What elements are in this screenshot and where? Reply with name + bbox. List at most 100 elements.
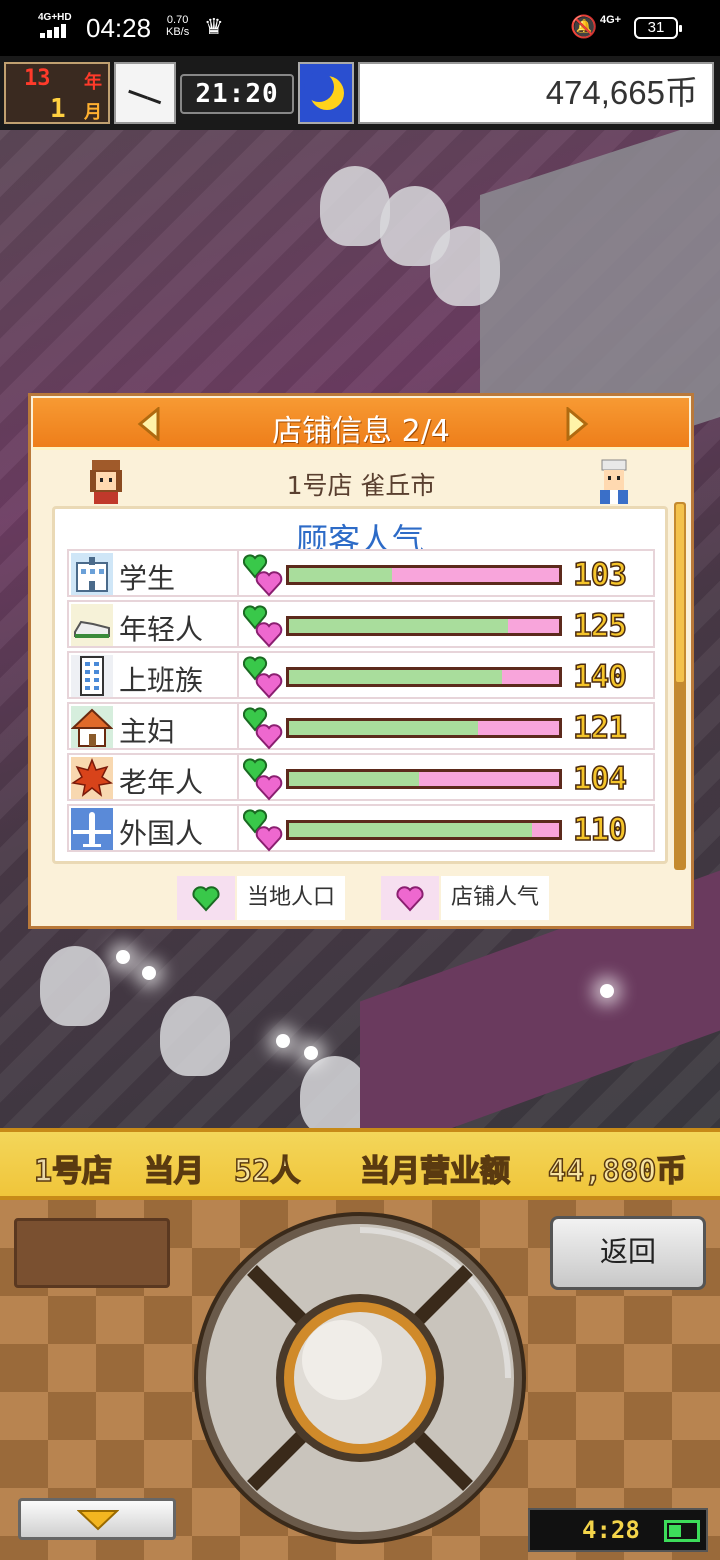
popularity-row: 上班族 140 xyxy=(67,651,655,699)
game-time: 21:20 xyxy=(180,74,294,114)
pink-heart-icon xyxy=(381,876,439,920)
local-population-fill xyxy=(289,823,532,837)
airplane-icon xyxy=(71,808,113,850)
store-row: 1号店 雀丘市 xyxy=(31,458,691,504)
popularity-value: 103 xyxy=(572,556,628,594)
popularity-bar xyxy=(286,820,562,840)
crown-icon: ♛ xyxy=(204,14,224,39)
arrow-left-icon xyxy=(137,407,160,441)
snow-tree xyxy=(160,996,230,1076)
local-population-fill xyxy=(289,619,508,633)
year-number: 13 xyxy=(24,66,51,91)
year-unit: 年 xyxy=(84,72,102,93)
popularity-row: 外国人 110 xyxy=(67,804,655,852)
popularity-row: 主妇 121 xyxy=(67,702,655,750)
moon-icon xyxy=(298,62,354,124)
popularity-row: 学生 103 xyxy=(67,549,655,597)
popularity-value: 121 xyxy=(572,709,628,747)
speed-unit: KB/s xyxy=(166,26,190,38)
network-type: 4G+HD xyxy=(38,12,72,23)
legend-store: 店铺人气 xyxy=(381,876,551,920)
bottom-clock-time: 4:28 xyxy=(582,1516,640,1544)
school-icon xyxy=(71,553,113,595)
row-label: 上班族 xyxy=(119,664,204,697)
legend-store-label: 店铺人气 xyxy=(441,876,549,920)
hearts-icon xyxy=(242,655,283,699)
battery-icon: 31 xyxy=(634,17,682,39)
mute-icon: 🔕 xyxy=(570,14,598,39)
clock-icon xyxy=(114,62,176,124)
row-label: 老年人 xyxy=(119,766,204,799)
date-display: 13 年 1 月 xyxy=(4,62,110,124)
popularity-value: 110 xyxy=(572,811,628,849)
hearts-icon xyxy=(242,553,283,597)
popularity-value: 140 xyxy=(572,658,628,696)
scrollbar[interactable] xyxy=(674,502,686,870)
row-divider xyxy=(237,704,239,748)
store-info-panel: 店铺信息 2/4 1号店 雀丘市 顾客人气 学生 103 年轻人 125 上班族… xyxy=(28,393,694,929)
hearts-icon xyxy=(242,604,283,648)
ticker-sales-amount: 44,880币 xyxy=(547,1153,687,1190)
popularity-row: 老年人 104 xyxy=(67,753,655,801)
popularity-bar xyxy=(286,565,562,585)
row-label: 主妇 xyxy=(119,715,176,748)
battery-icon xyxy=(664,1520,700,1542)
row-divider xyxy=(237,602,239,646)
speed-value: 0.70 xyxy=(166,14,189,26)
legend-local: 当地人口 xyxy=(177,876,347,920)
house-icon xyxy=(70,706,114,748)
local-population-fill xyxy=(289,568,392,582)
store-ticker: 1号店 当月 52人 当月营业额 44,880币 xyxy=(0,1128,720,1200)
status-bar: 4G+HD 04:28 0.70 KB/s ♛ 🔕 4G+ 31 xyxy=(0,0,720,56)
store-name: 1号店 雀丘市 xyxy=(286,471,436,500)
panel-title: 店铺信息 2/4 xyxy=(272,414,450,449)
popularity-value: 104 xyxy=(572,760,628,798)
local-population-fill xyxy=(289,670,503,684)
male-staff-icon xyxy=(594,458,634,504)
snow-tree xyxy=(430,226,500,306)
month-number: 1 xyxy=(50,94,66,124)
ticker-store: 1号店 xyxy=(33,1153,113,1190)
network-type-right: 4G+ xyxy=(600,14,622,26)
top-hud: 13 年 1 月 21:20 474,665币 xyxy=(0,56,720,130)
bottom-clock: 4:28 xyxy=(528,1508,708,1552)
maple-leaf-icon xyxy=(71,757,113,799)
status-time: 04:28 xyxy=(86,13,152,43)
street-lamp xyxy=(276,1034,290,1048)
green-heart-icon xyxy=(177,876,235,920)
shoe-icon xyxy=(71,604,113,646)
ticker-people: 52人 xyxy=(233,1153,301,1190)
row-label: 外国人 xyxy=(119,817,204,850)
popularity-bar xyxy=(286,667,562,687)
arrow-right-icon xyxy=(566,407,589,441)
popularity-value: 125 xyxy=(572,607,628,645)
money-display: 474,665币 xyxy=(358,62,714,124)
prev-page-button[interactable] xyxy=(136,407,162,441)
next-page-button[interactable] xyxy=(564,407,590,441)
panel-header: 店铺信息 2/4 xyxy=(33,398,689,450)
chevron-down-icon xyxy=(77,1510,119,1531)
snow-tree xyxy=(40,946,110,1026)
street-lamp xyxy=(116,950,130,964)
hearts-icon xyxy=(242,757,283,801)
dpad[interactable] xyxy=(192,1210,528,1546)
popularity-bar xyxy=(286,769,562,789)
office-building-icon xyxy=(71,655,113,697)
signal-icon xyxy=(40,24,72,38)
back-button[interactable]: 返回 xyxy=(550,1216,706,1290)
row-divider xyxy=(237,551,239,595)
street-lamp xyxy=(600,984,614,998)
local-population-fill xyxy=(289,772,419,786)
network-speed: 0.70 KB/s xyxy=(166,14,189,38)
menu-toggle-button[interactable] xyxy=(18,1498,176,1540)
local-population-fill xyxy=(289,721,478,735)
customer-popularity-list: 顾客人气 学生 103 年轻人 125 上班族 140 主妇 121 老年人 104 外国人 110 xyxy=(52,506,668,864)
ticker-sales-label: 当月营业额 xyxy=(359,1153,511,1190)
month-unit: 月 xyxy=(84,102,102,123)
scroll-thumb[interactable] xyxy=(676,504,684,682)
row-label: 年轻人 xyxy=(119,613,204,646)
legend-local-label: 当地人口 xyxy=(237,876,345,920)
ticker-month: 当月 xyxy=(143,1153,205,1190)
hearts-icon xyxy=(242,706,283,750)
street-lamp xyxy=(142,966,156,980)
